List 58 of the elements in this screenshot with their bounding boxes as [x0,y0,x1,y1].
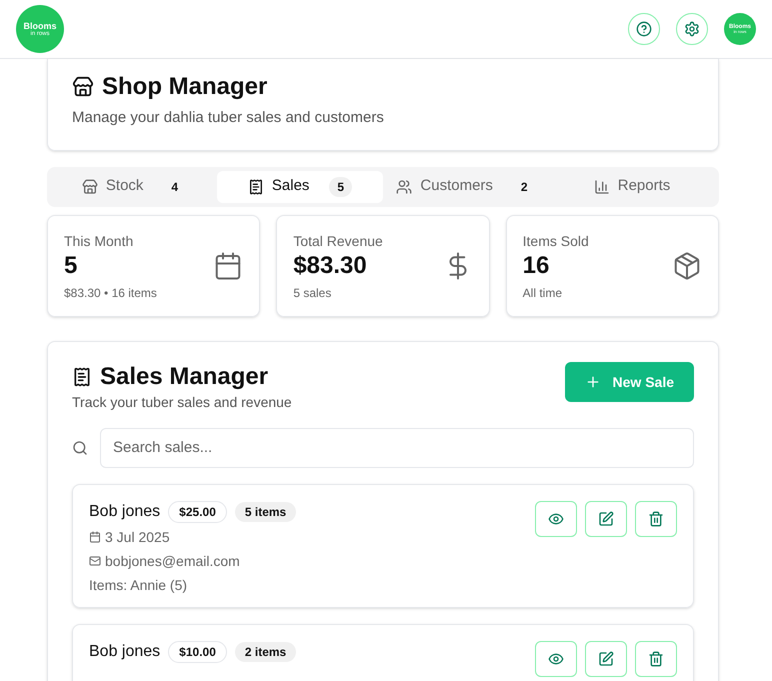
stat-label: This Month [64,232,134,250]
tab[interactable]: Sales 5 [217,170,383,202]
trash-icon [648,510,664,526]
tab-count: 2 [520,178,529,196]
view-button[interactable] [535,640,577,676]
sale-items: Items: Annie (5) [89,576,188,594]
tab[interactable]: Stock 4 [51,170,217,202]
mail-icon [89,554,101,566]
eye-icon [548,510,564,526]
items-count-pill: 5 items [234,502,296,522]
search-icon [72,440,88,456]
receipt-icon [72,366,92,386]
calendar-icon [89,530,101,542]
edit-icon [598,510,614,526]
settings-icon [684,21,700,37]
tab-icon [248,178,264,194]
sale-email: bobjones@email.com [105,552,240,570]
amount-pill: $25.00 [168,500,227,522]
tab-icon [396,178,412,194]
sale-date: 3 Jul 2025 [105,528,170,546]
trash-icon [648,650,664,666]
section-title: Sales Manager [100,362,268,392]
edit-icon [598,650,614,666]
help-icon [636,21,652,37]
stat-value: $83.30 [293,250,368,280]
stat-note: 5 sales [293,284,332,300]
delete-button[interactable] [635,500,677,536]
stat-value: 16 [522,250,550,280]
items-count-pill: 2 items [234,642,296,662]
logo-text: Blooms [23,22,56,30]
stat-label: Total Revenue [293,232,383,250]
search-field[interactable]: Search sales... [100,428,694,468]
tab-count: 5 [329,176,352,196]
store-icon [72,76,94,98]
stat-note: $83.30 • 16 items [64,284,157,300]
delete-button[interactable] [635,640,677,676]
settings-button[interactable] [676,13,708,45]
tab[interactable]: Reports [549,170,715,202]
page-subtitle: Manage your dahlia tuber sales and customers [72,108,385,128]
stat-note: All time [522,284,563,300]
help-button[interactable] [628,13,660,45]
eye-icon [548,650,564,666]
edit-button[interactable] [585,640,627,676]
tab-icon [82,178,98,194]
customer-name: Bob jones [89,642,160,662]
plus-icon [584,374,601,390]
amount-pill: $10.00 [168,640,227,662]
tab[interactable]: Customers 2 [383,170,549,202]
tab-icon [594,178,610,194]
section-subtitle: Track your tuber sales and revenue [72,392,292,412]
calendar-icon [213,250,244,280]
stat-label: Items Sold [522,232,589,250]
customer-name: Bob jones [89,502,160,522]
view-button[interactable] [535,500,577,536]
stat-value: 5 [64,250,78,280]
tab-count: 4 [170,178,180,196]
edit-button[interactable] [585,500,627,536]
page-title: Shop Manager [102,72,268,102]
